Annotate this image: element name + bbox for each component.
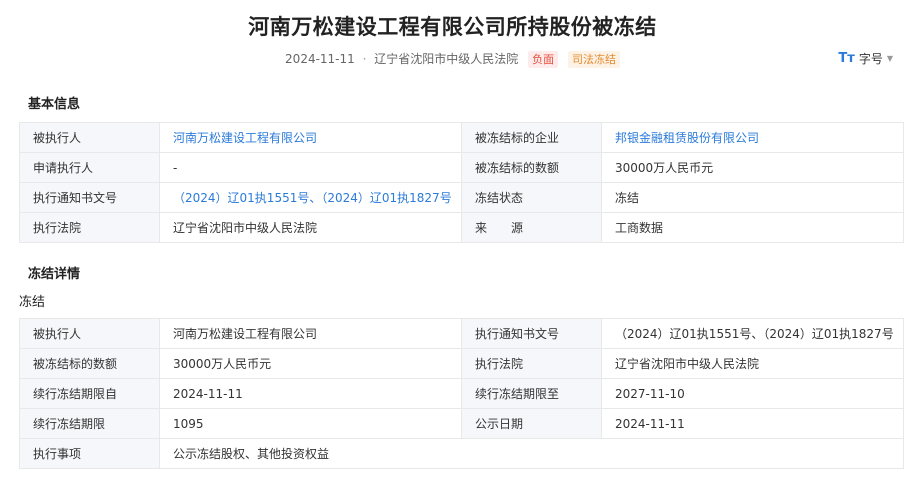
tag-judicial-freeze: 司法冻结 bbox=[567, 51, 620, 68]
field-value: 冻结 bbox=[601, 182, 904, 213]
field-label: 被冻结标的数额 bbox=[19, 348, 160, 379]
publish-date: 2024-11-11 bbox=[285, 52, 355, 66]
field-label: 执行通知书文号 bbox=[461, 318, 602, 349]
field-label: 续行冻结期限自 bbox=[19, 378, 160, 409]
section-title-basic-info: 基本信息 bbox=[28, 97, 81, 112]
field-label: 被执行人 bbox=[19, 318, 160, 349]
field-label: 来 源 bbox=[461, 212, 602, 243]
field-value: - bbox=[159, 152, 462, 183]
freeze-detail-table: 被执行人 河南万松建设工程有限公司 执行通知书文号 （2024）辽01执1551… bbox=[19, 318, 904, 469]
field-value: 河南万松建设工程有限公司 bbox=[159, 318, 462, 349]
table-row: 申请执行人 - 被冻结标的数额 30000万人民币元 bbox=[19, 152, 904, 183]
table-row: 续行冻结期限自 2024-11-11 续行冻结期限至 2027-11-10 bbox=[19, 378, 904, 409]
table-row: 被冻结标的数额 30000万人民币元 执行法院 辽宁省沈阳市中级人民法院 bbox=[19, 348, 904, 379]
frozen-company-link[interactable]: 邦银金融租赁股份有限公司 bbox=[601, 122, 904, 153]
field-value: 2024-11-11 bbox=[159, 378, 462, 409]
font-size-toggle[interactable]: Tт 字号 ▼ bbox=[838, 50, 893, 67]
field-label: 执行通知书文号 bbox=[19, 182, 160, 213]
font-size-icon: Tт bbox=[838, 51, 855, 66]
court-name: 辽宁省沈阳市中级人民法院 bbox=[374, 52, 519, 66]
table-row: 被执行人 河南万松建设工程有限公司 被冻结标的企业 邦银金融租赁股份有限公司 bbox=[19, 122, 904, 153]
table-row: 执行通知书文号 （2024）辽01执1551号、（2024）辽01执1827号 … bbox=[19, 182, 904, 213]
field-value: 辽宁省沈阳市中级人民法院 bbox=[601, 348, 904, 379]
field-value: 30000万人民币元 bbox=[601, 152, 904, 183]
meta-separator: · bbox=[362, 52, 367, 66]
basic-info-table: 被执行人 河南万松建设工程有限公司 被冻结标的企业 邦银金融租赁股份有限公司 申… bbox=[19, 122, 904, 243]
field-value: 1095 bbox=[159, 408, 462, 439]
field-label: 冻结状态 bbox=[461, 182, 602, 213]
field-label: 执行事项 bbox=[19, 438, 160, 469]
field-value: 2024-11-11 bbox=[601, 408, 904, 439]
font-size-label: 字号 bbox=[858, 52, 883, 66]
field-label: 申请执行人 bbox=[19, 152, 160, 183]
field-value: 公示冻结股权、其他投资权益 bbox=[159, 438, 904, 469]
field-label: 续行冻结期限 bbox=[19, 408, 160, 439]
field-value: 辽宁省沈阳市中级人民法院 bbox=[159, 212, 462, 243]
table-row: 被执行人 河南万松建设工程有限公司 执行通知书文号 （2024）辽01执1551… bbox=[19, 318, 904, 349]
table-row: 续行冻结期限 1095 公示日期 2024-11-11 bbox=[19, 408, 904, 439]
tag-negative: 负面 bbox=[528, 51, 559, 68]
chevron-down-icon: ▼ bbox=[886, 54, 893, 63]
field-value: （2024）辽01执1551号、（2024）辽01执1827号 bbox=[601, 318, 904, 349]
freeze-subtitle: 冻结 bbox=[19, 295, 46, 310]
table-row: 执行事项 公示冻结股权、其他投资权益 bbox=[19, 438, 904, 469]
field-label: 公示日期 bbox=[461, 408, 602, 439]
field-label: 执行法院 bbox=[461, 348, 602, 379]
meta-line: 2024-11-11 · 辽宁省沈阳市中级人民法院 负面 司法冻结 bbox=[0, 50, 905, 68]
field-label: 被冻结标的数额 bbox=[461, 152, 602, 183]
field-label: 续行冻结期限至 bbox=[461, 378, 602, 409]
executed-party-link[interactable]: 河南万松建设工程有限公司 bbox=[159, 122, 462, 153]
page-title: 河南万松建设工程有限公司所持股份被冻结 bbox=[248, 15, 657, 39]
field-value: 30000万人民币元 bbox=[159, 348, 462, 379]
field-value: 2027-11-10 bbox=[601, 378, 904, 409]
table-row: 执行法院 辽宁省沈阳市中级人民法院 来 源 工商数据 bbox=[19, 212, 904, 243]
field-label: 被执行人 bbox=[19, 122, 160, 153]
field-label: 被冻结标的企业 bbox=[461, 122, 602, 153]
notice-number-link[interactable]: （2024）辽01执1551号、（2024）辽01执1827号 bbox=[159, 182, 462, 213]
section-title-freeze-detail: 冻结详情 bbox=[28, 267, 81, 282]
field-label: 执行法院 bbox=[19, 212, 160, 243]
field-value: 工商数据 bbox=[601, 212, 904, 243]
